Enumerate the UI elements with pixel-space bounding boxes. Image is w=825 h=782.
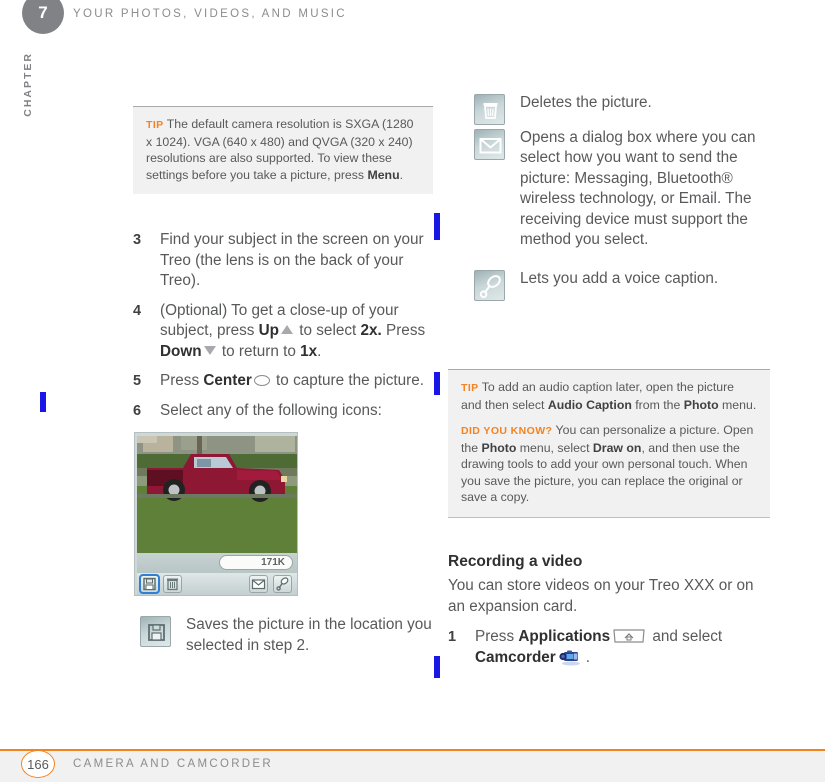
icon-caption-text: Lets you add a voice caption. — [520, 269, 719, 287]
tip-right-paragraph-2: DID YOU KNOW? You can personalize a pict… — [461, 422, 757, 506]
photo-toolbar — [137, 573, 297, 595]
step-item-5: 5 Press Center to capture the picture. — [133, 371, 438, 392]
truck-photo-illustration — [137, 436, 297, 553]
step-text-part: to return to — [217, 342, 301, 360]
step-item-3: 3 Find your subject in the screen on you… — [133, 230, 438, 292]
step-item-4: 4 (Optional) To get a close-up of your s… — [133, 301, 438, 363]
tip-text: menu, select — [516, 440, 593, 455]
tip-left-paragraph: TIP The default camera resolution is SXG… — [146, 116, 420, 183]
envelope-icon — [474, 128, 505, 160]
envelope-glyph — [251, 579, 266, 590]
tip-box-right: TIP To add an audio caption later, open … — [448, 369, 770, 518]
envelope-glyph — [479, 137, 502, 153]
toolbar-microphone-icon[interactable] — [273, 575, 292, 593]
phone-screen-screenshot: 171K — [134, 432, 298, 596]
toolbar-trash-icon[interactable] — [163, 575, 182, 593]
step-number: 5 — [133, 373, 142, 389]
step-text-part: Press — [475, 628, 519, 645]
key-label-center: Center — [203, 372, 252, 389]
app-name-camcorder: Camcorder — [475, 648, 556, 666]
section-heading: Recording a video — [448, 553, 583, 570]
chapter-number-badge: 7 — [22, 0, 64, 34]
did-you-know-lead-label: DID YOU KNOW? — [461, 425, 553, 437]
trash-icon — [474, 94, 505, 125]
step-number: 3 — [133, 232, 142, 248]
step-text: Find your subject in the screen on your … — [160, 231, 424, 289]
page-number-badge: 166 — [21, 750, 55, 778]
toolbar-save-icon[interactable] — [139, 574, 160, 594]
tip-text: from the — [631, 397, 684, 412]
microphone-icon — [474, 269, 505, 301]
microphone-glyph — [479, 274, 501, 298]
tip-lead-label: TIP — [461, 382, 479, 394]
save-floppy-glyph — [143, 577, 156, 591]
camcorder-icon — [558, 649, 584, 666]
toolbar-envelope-icon[interactable] — [249, 575, 268, 593]
save-floppy-glyph — [148, 624, 165, 641]
chapter-tab: 7 CHAPTER — [0, 0, 64, 140]
step-number: 6 — [133, 402, 142, 419]
icon-caption-list-right: Deletes the picture. Opens a dialog box … — [474, 93, 772, 301]
tip-right-paragraph-1: TIP To add an audio caption later, open … — [461, 379, 757, 413]
section-intro-text: You can store videos on your Treo XXX or… — [448, 577, 754, 615]
step-item-6: 6 Select any of the following icons: — [133, 401, 438, 422]
icon-caption-delete: Deletes the picture. — [474, 93, 772, 125]
key-label-applications: Applications — [518, 628, 611, 645]
zoom-label-2x: 2x. — [360, 322, 382, 339]
photo-preview-truck — [137, 436, 297, 553]
step-item-1: 1 Press Applications and select Camcorde… — [448, 627, 763, 668]
center-key-icon — [253, 375, 270, 386]
photo-status-bar: 171K — [137, 553, 297, 573]
step-text-part: . — [585, 648, 591, 666]
change-bar — [434, 213, 440, 240]
step-text-part: to select — [295, 322, 361, 339]
tip-left-text-2: . — [399, 167, 403, 182]
icon-caption-save: Saves the picture in the location you se… — [140, 615, 440, 666]
step-text-part: . — [317, 342, 322, 360]
icon-caption-text: Opens a dialog box where you can select … — [520, 128, 756, 249]
chapter-label: CHAPTER — [22, 52, 34, 117]
step-number: 1 — [448, 629, 457, 645]
step-text: Select any of the following icons: — [160, 401, 382, 419]
running-header: YOUR PHOTOS, VIDEOS, AND MUSIC — [73, 8, 347, 20]
menu-item-draw-on: Draw on — [592, 440, 642, 455]
icon-caption-text: Saves the picture in the location you se… — [186, 616, 432, 654]
change-bar — [434, 656, 440, 678]
footer-section-title: CAMERA AND CAMCORDER — [73, 758, 273, 770]
recording-a-video-section: Recording a video You can store videos o… — [448, 553, 763, 668]
icon-caption-voice: Lets you add a voice caption. — [474, 269, 772, 301]
menu-item-audio-caption: Audio Caption — [547, 397, 632, 412]
zoom-label-1x: 1x — [300, 342, 318, 360]
save-floppy-icon — [140, 616, 171, 647]
icon-caption-send: Opens a dialog box where you can select … — [474, 128, 772, 251]
menu-name-photo: Photo — [683, 397, 719, 412]
menu-name-photo: Photo — [481, 440, 517, 455]
trash-glyph — [167, 578, 178, 591]
key-label-up: Up — [258, 322, 280, 339]
key-label-down: Down — [160, 342, 202, 360]
applications-key-icon — [612, 628, 646, 644]
tip-left-bold-menu: Menu — [367, 167, 400, 182]
step-number: 4 — [133, 302, 142, 319]
tip-box-left: TIP The default camera resolution is SXG… — [133, 106, 433, 194]
steps-list-left: 3 Find your subject in the screen on you… — [133, 230, 438, 421]
triangle-down-icon — [203, 345, 216, 355]
tip-text: menu. — [718, 397, 757, 412]
icon-caption-text: Deletes the picture. — [520, 94, 652, 111]
step-text-part: Press — [160, 372, 204, 389]
triangle-up-icon — [281, 325, 294, 334]
step-text-part: and select — [648, 628, 723, 645]
step-text-part: to capture the picture. — [271, 372, 425, 389]
change-bar — [40, 392, 46, 412]
microphone-glyph — [276, 577, 289, 591]
trash-glyph — [483, 103, 498, 119]
change-bar — [434, 372, 440, 395]
file-size-badge: 171K — [219, 555, 293, 570]
step-text-part: Press — [381, 322, 426, 339]
tip-lead-label: TIP — [146, 119, 164, 131]
